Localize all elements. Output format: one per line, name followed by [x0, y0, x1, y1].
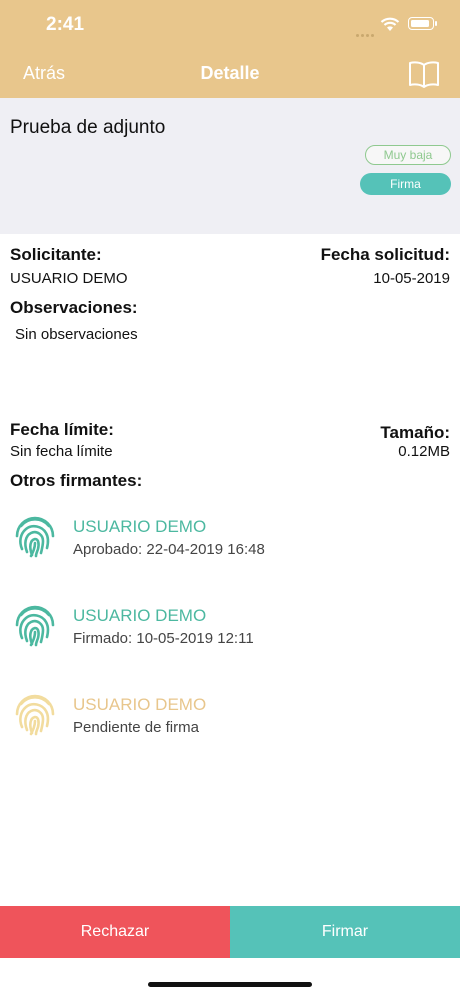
signer-status: Aprobado: 22-04-2019 16:48 — [73, 541, 265, 558]
other-signers-label: Otros firmantes: — [10, 471, 143, 490]
action-bar: Rechazar Firmar — [0, 906, 460, 958]
priority-badge: Muy baja — [365, 145, 451, 165]
signer-status: Pendiente de firma — [73, 719, 199, 736]
deadline-label: Fecha límite: — [10, 420, 114, 439]
size-value: 0.12MB — [398, 443, 450, 460]
fingerprint-icon — [15, 605, 55, 647]
reject-button[interactable]: Rechazar — [0, 906, 230, 958]
status-time: 2:41 — [46, 14, 85, 35]
requester-value: USUARIO DEMO — [10, 270, 128, 287]
document-title: Prueba de adjunto — [10, 117, 166, 138]
signer-name: USUARIO DEMO — [73, 517, 207, 536]
fingerprint-icon — [15, 516, 55, 558]
book-icon[interactable] — [408, 60, 440, 88]
observations-label: Observaciones: — [10, 298, 138, 317]
request-date-label: Fecha solicitud: — [320, 245, 450, 264]
sign-button[interactable]: Firmar — [230, 906, 460, 958]
signer-item: USUARIO DEMO Pendiente de firma — [12, 692, 452, 752]
type-badge: Firma — [360, 173, 451, 195]
signal-dots-icon — [356, 24, 376, 42]
document-header: Prueba de adjunto Muy baja Firma — [0, 98, 460, 234]
fingerprint-icon — [15, 694, 55, 736]
signer-item: USUARIO DEMO Aprobado: 22-04-2019 16:48 — [12, 514, 452, 574]
wifi-icon — [380, 17, 400, 31]
requester-label: Solicitante: — [10, 245, 102, 264]
navigation-bar: Atrás Detalle — [0, 50, 460, 98]
signer-name: USUARIO DEMO — [73, 606, 207, 625]
status-bar: 2:41 — [0, 0, 460, 50]
signer-item: USUARIO DEMO Firmado: 10-05-2019 12:11 — [12, 603, 452, 663]
home-indicator[interactable] — [148, 982, 312, 987]
battery-icon — [408, 17, 437, 30]
signer-status: Firmado: 10-05-2019 12:11 — [73, 630, 254, 647]
size-label: Tamaño: — [380, 423, 450, 442]
request-date-value: 10-05-2019 — [373, 270, 450, 287]
signer-name: USUARIO DEMO — [73, 695, 207, 714]
observations-value: Sin observaciones — [15, 326, 138, 343]
page-title: Detalle — [200, 63, 260, 83]
deadline-value: Sin fecha límite — [10, 443, 113, 460]
